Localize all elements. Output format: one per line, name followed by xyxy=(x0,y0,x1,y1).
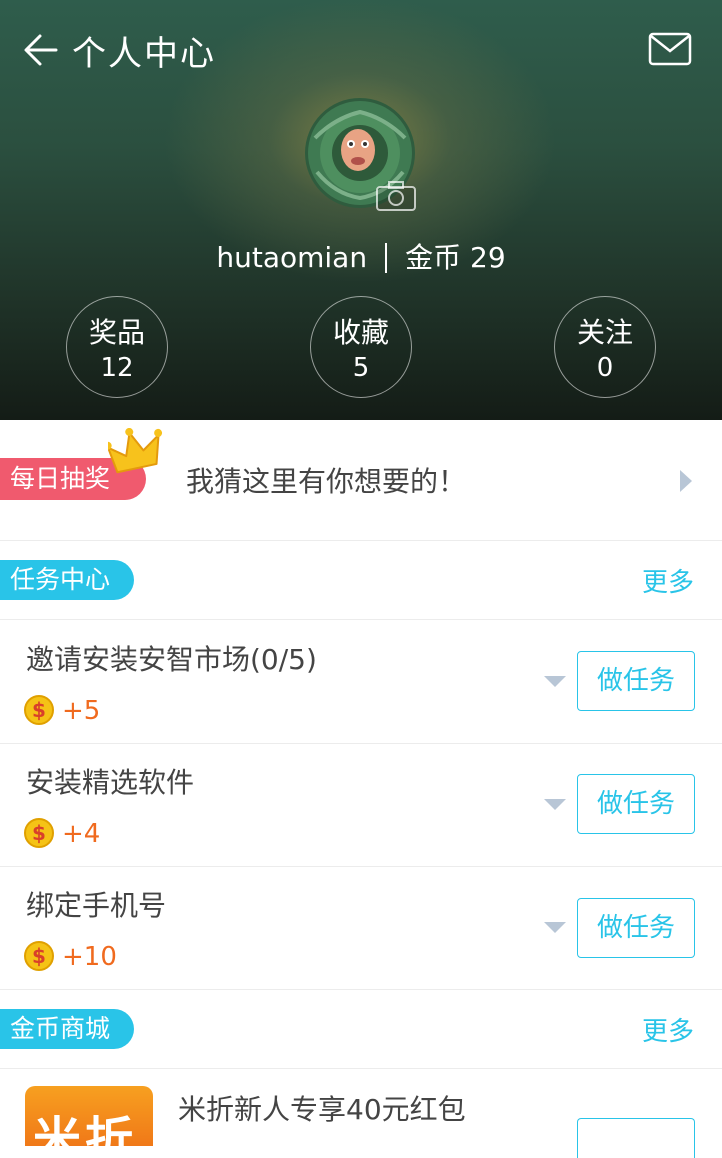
stat-favorites[interactable]: 收藏 5 xyxy=(310,296,412,398)
shop-item-logo[interactable]: 米折 xyxy=(25,1086,153,1146)
username: hutaomian xyxy=(216,241,368,274)
stat-value: 12 xyxy=(100,353,134,383)
stat-prizes[interactable]: 奖品 12 xyxy=(66,296,168,398)
do-task-button[interactable]: 做任务 xyxy=(577,651,695,711)
chevron-right-icon[interactable] xyxy=(680,470,692,492)
do-task-button[interactable]: 做任务 xyxy=(577,898,695,958)
do-task-button[interactable]: 做任务 xyxy=(577,774,695,834)
stat-value: 5 xyxy=(352,353,370,383)
camera-icon[interactable] xyxy=(375,180,417,212)
task-reward: +5 xyxy=(62,696,101,726)
shop-item-button[interactable] xyxy=(577,1118,695,1158)
divider xyxy=(0,989,722,990)
chevron-down-icon[interactable] xyxy=(544,676,566,687)
mail-icon[interactable] xyxy=(648,32,692,66)
chevron-down-icon[interactable] xyxy=(544,799,566,810)
tasks-more-link[interactable]: 更多 xyxy=(642,562,694,599)
task-name: 绑定手机号 xyxy=(26,889,167,922)
divider xyxy=(385,243,388,273)
lottery-text: 我猜这里有你想要的！ xyxy=(186,465,467,498)
chevron-down-icon[interactable] xyxy=(544,922,566,933)
task-reward: +10 xyxy=(62,942,117,972)
coin-icon: $ xyxy=(24,695,54,725)
page-title: 个人中心 xyxy=(72,34,216,74)
section-title-shop: 金币商城 xyxy=(0,1009,135,1049)
divider xyxy=(0,619,722,620)
shop-more-link[interactable]: 更多 xyxy=(642,1011,694,1048)
divider xyxy=(0,1068,722,1069)
coins-label: 金币 xyxy=(405,241,462,274)
divider xyxy=(0,743,722,744)
task-reward: +4 xyxy=(62,819,101,849)
stat-following[interactable]: 关注 0 xyxy=(554,296,656,398)
back-arrow-icon[interactable] xyxy=(22,30,62,70)
coins-value: 29 xyxy=(470,241,506,274)
shop-logo-text: 米折 xyxy=(33,1112,138,1146)
crown-icon xyxy=(108,428,163,474)
section-title-tasks: 任务中心 xyxy=(0,560,135,600)
user-info: hutaomian 金币 29 xyxy=(0,236,722,276)
task-name: 邀请安装安智市场(0/5) xyxy=(26,643,317,676)
task-name: 安装精选软件 xyxy=(26,766,195,799)
stat-label: 奖品 xyxy=(88,316,145,349)
divider xyxy=(0,866,722,867)
shop-item-name[interactable]: 米折新人专享40元红包 xyxy=(178,1088,466,1128)
coin-icon: $ xyxy=(24,941,54,971)
stat-label: 收藏 xyxy=(332,316,389,349)
coin-icon: $ xyxy=(24,818,54,848)
stat-value: 0 xyxy=(596,353,614,383)
stat-label: 关注 xyxy=(576,316,633,349)
